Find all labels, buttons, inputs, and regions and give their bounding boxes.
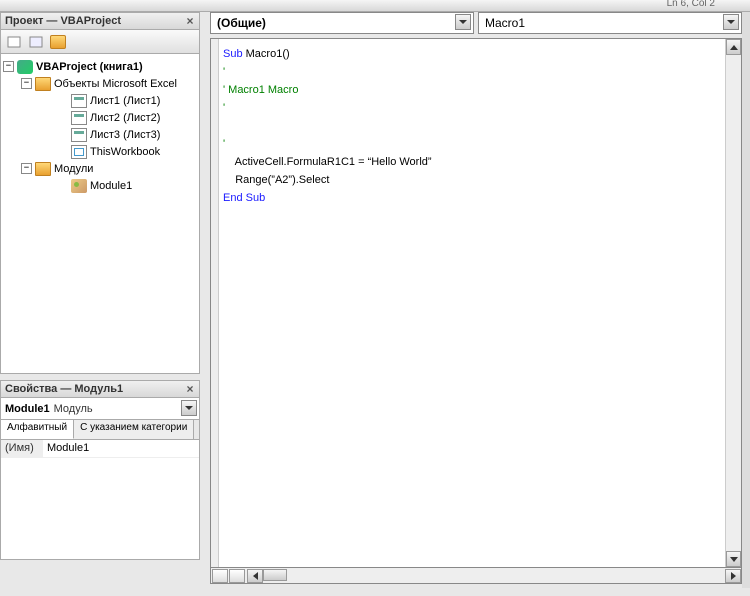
tree-folder-modules[interactable]: − Модули <box>3 160 197 177</box>
sheet-label: Лист1 (Лист1) <box>90 95 160 107</box>
project-panel-toolbar <box>0 30 200 54</box>
top-toolbar: Ln 6, Col 2 <box>0 0 750 12</box>
properties-object-combo[interactable]: Module1 Модуль <box>0 398 200 420</box>
tab-alphabetic[interactable]: Алфавитный <box>1 420 74 439</box>
chevron-down-icon[interactable] <box>181 400 197 416</box>
folder-icon <box>35 77 51 91</box>
tree-folder-objects[interactable]: − Объекты Microsoft Excel <box>3 75 197 92</box>
workbook-icon <box>71 145 87 159</box>
folder-icon <box>35 162 51 176</box>
code-area: (Общие) Macro1 Sub Macro1() ' ' Macro1 M… <box>210 12 742 588</box>
view-code-button[interactable] <box>5 33 23 51</box>
editor-margin[interactable] <box>211 39 219 567</box>
project-icon <box>17 60 33 74</box>
toggle-folders-button[interactable] <box>49 33 67 51</box>
sheet-label: Лист2 (Лист2) <box>90 112 160 124</box>
properties-panel: Свойства — Модуль1 × Module1 Модуль Алфа… <box>0 380 200 560</box>
close-icon[interactable]: × <box>183 382 197 396</box>
tab-categorized[interactable]: С указанием категории <box>74 420 194 439</box>
scroll-right-arrow-icon[interactable] <box>725 569 741 583</box>
sheet-label: Лист3 (Лист3) <box>90 129 160 141</box>
object-combo[interactable]: (Общие) <box>210 12 474 34</box>
procedure-combo-value: Macro1 <box>485 16 525 30</box>
chevron-down-icon[interactable] <box>723 14 739 30</box>
project-label: VBAProject (книга1) <box>36 61 143 73</box>
object-combo-value: (Общие) <box>217 16 266 30</box>
scroll-thumb[interactable] <box>263 569 287 581</box>
tree-sheet[interactable]: Лист1 (Лист1) <box>3 92 197 109</box>
expand-icon[interactable]: − <box>21 78 32 89</box>
properties-header: Свойства — Модуль1 × <box>0 380 200 398</box>
project-panel-title: Проект — VBAProject <box>5 15 121 27</box>
left-pane: Проект — VBAProject × − VBAProject (книг… <box>0 12 200 592</box>
properties-title: Свойства — Модуль1 <box>5 383 123 395</box>
scroll-down-arrow-icon[interactable] <box>726 551 741 567</box>
cursor-position: Ln 6, Col 2 <box>667 0 715 9</box>
code-text[interactable]: Sub Macro1() ' ' Macro1 Macro ' ' Active… <box>223 45 723 207</box>
properties-tabs: Алфавитный С указанием категории <box>0 420 200 440</box>
expand-icon[interactable]: − <box>21 163 32 174</box>
tree-sheet[interactable]: Лист2 (Лист2) <box>3 109 197 126</box>
project-panel-header: Проект — VBAProject × <box>0 12 200 30</box>
chevron-down-icon[interactable] <box>455 14 471 30</box>
procedure-combo[interactable]: Macro1 <box>478 12 742 34</box>
procedure-view-button[interactable] <box>212 569 228 583</box>
editor-bottom-bar <box>210 568 742 584</box>
code-editor[interactable]: Sub Macro1() ' ' Macro1 Macro ' ' Active… <box>210 38 742 568</box>
combo-name: Module1 <box>5 403 50 415</box>
app-right-scrollbar[interactable] <box>742 12 750 588</box>
code-nav-combos: (Общие) Macro1 <box>210 12 742 36</box>
folder-icon <box>50 35 66 49</box>
close-icon[interactable]: × <box>183 14 197 28</box>
module-label: Module1 <box>90 180 132 192</box>
worksheet-icon <box>71 111 87 125</box>
horizontal-scrollbar[interactable] <box>247 569 741 583</box>
worksheet-icon <box>71 94 87 108</box>
tree-root[interactable]: − VBAProject (книга1) <box>3 58 197 75</box>
scroll-left-arrow-icon[interactable] <box>247 569 263 583</box>
folder-label: Объекты Microsoft Excel <box>54 78 177 90</box>
module-icon <box>71 179 87 193</box>
combo-type: Модуль <box>54 403 93 415</box>
project-tree[interactable]: − VBAProject (книга1) − Объекты Microsof… <box>0 54 200 374</box>
tree-sheet[interactable]: Лист3 (Лист3) <box>3 126 197 143</box>
properties-grid[interactable]: (Имя) Module1 <box>0 440 200 560</box>
worksheet-icon <box>71 128 87 142</box>
folder-label: Модули <box>54 163 93 175</box>
tree-thisworkbook[interactable]: ThisWorkbook <box>3 143 197 160</box>
property-key: (Имя) <box>1 440 43 457</box>
workbook-label: ThisWorkbook <box>90 146 160 158</box>
expand-icon[interactable]: − <box>3 61 14 72</box>
full-module-view-button[interactable] <box>229 569 245 583</box>
property-row[interactable]: (Имя) Module1 <box>1 440 199 458</box>
tree-module[interactable]: Module1 <box>3 177 197 194</box>
vertical-scrollbar[interactable] <box>725 39 741 567</box>
property-value[interactable]: Module1 <box>43 440 93 457</box>
scroll-up-arrow-icon[interactable] <box>726 39 741 55</box>
view-object-button[interactable] <box>27 33 45 51</box>
